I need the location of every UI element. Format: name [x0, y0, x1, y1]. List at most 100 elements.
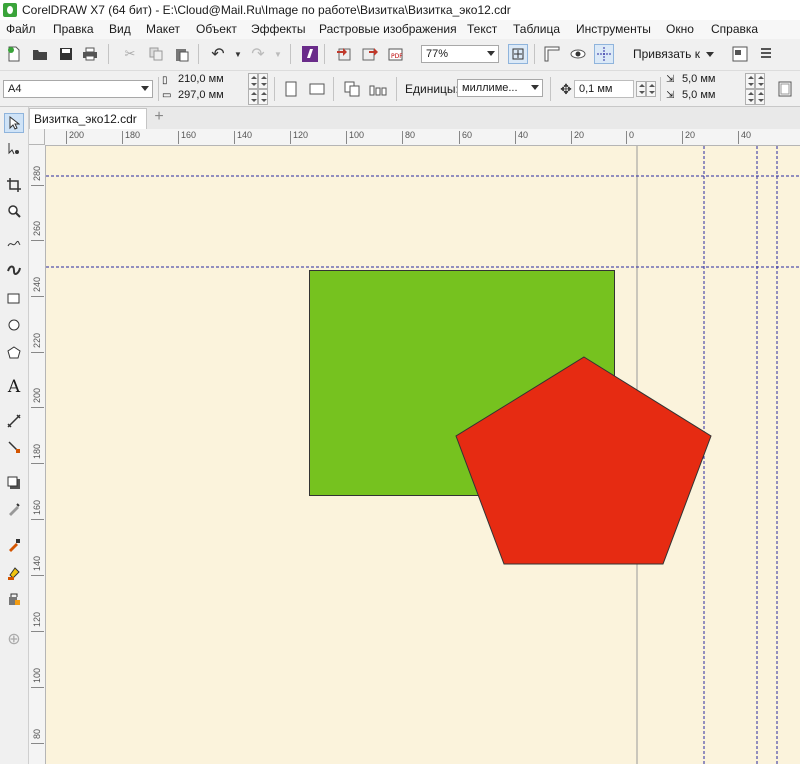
redo-dropdown-chevron-icon[interactable]: ▼ — [268, 44, 288, 64]
ruler-tick-label: 60 — [462, 130, 473, 140]
connector-tool-icon[interactable] — [4, 437, 24, 457]
new-tab-plus-icon[interactable]: + — [151, 109, 167, 127]
shape-tool-icon[interactable] — [4, 139, 24, 159]
duplicate-y-spinner[interactable] — [745, 89, 755, 105]
coreldraw-app-icon — [3, 3, 17, 17]
show-rulers-icon[interactable] — [542, 44, 562, 64]
units-select[interactable]: миллиме... — [457, 79, 543, 97]
nudge-distance-icon: ✥ — [560, 80, 572, 97]
duplicate-x-spinner[interactable] — [745, 73, 755, 89]
menu-edit[interactable]: Правка — [53, 22, 94, 36]
snap-to-label[interactable]: Привязать к — [633, 47, 700, 61]
full-screen-preview-icon[interactable] — [508, 44, 528, 64]
page-width-spinner-2[interactable] — [258, 73, 268, 89]
page-size-select[interactable]: A4 — [3, 80, 153, 98]
ruler-tick-label: 80 — [32, 728, 42, 739]
freehand-tool-icon[interactable] — [4, 233, 24, 253]
ruler-tick — [31, 407, 44, 408]
menu-object[interactable]: Объект — [196, 22, 237, 36]
paste-icon[interactable] — [172, 44, 192, 64]
copy-icon[interactable] — [146, 44, 166, 64]
polygon-tool-icon[interactable] — [4, 343, 24, 363]
portrait-orientation-icon[interactable] — [281, 79, 301, 99]
separator — [550, 77, 551, 101]
rectangle-tool-icon[interactable] — [4, 289, 24, 309]
transparency-tool-icon[interactable] — [4, 499, 24, 519]
nudge-value: 0,1 мм — [579, 83, 613, 95]
horizontal-ruler[interactable]: 200 180 160 140 120 100 80 60 40 20 0 20 40 — [45, 129, 800, 146]
artistic-media-tool-icon[interactable] — [4, 259, 24, 279]
show-guidelines-icon[interactable] — [594, 44, 614, 64]
publish-to-pdf-icon[interactable]: PDF — [386, 44, 406, 64]
search-content-icon[interactable] — [300, 44, 320, 64]
duplicate-x-spinner-2[interactable] — [755, 73, 765, 89]
page-width-field[interactable]: 210,0 мм — [178, 73, 224, 85]
interactive-fill-tool-icon[interactable] — [4, 563, 24, 583]
ruler-origin-corner[interactable] — [29, 129, 45, 145]
open-icon[interactable] — [30, 44, 50, 64]
page-height-spinner[interactable] — [248, 89, 258, 105]
ruler-tick-label: 180 — [32, 443, 42, 459]
undo-dropdown-chevron-icon[interactable]: ▼ — [228, 44, 248, 64]
vertical-ruler[interactable]: 280 260 240 220 200 180 160 140 120 100 80 — [29, 145, 46, 764]
page-width-spinner[interactable] — [248, 73, 258, 89]
pick-tool-icon[interactable] — [4, 113, 24, 133]
window-title: CorelDRAW X7 (64 бит) - E:\Cloud@Mail.Ru… — [22, 3, 511, 17]
nudge-spinner[interactable] — [636, 81, 646, 97]
height-icon: ▭ — [162, 90, 172, 101]
units-label: Единицы: — [405, 82, 459, 96]
menu-table[interactable]: Таблица — [513, 22, 560, 36]
cut-icon[interactable]: ✂ — [120, 44, 140, 64]
ruler-tick-label: 200 — [32, 387, 42, 403]
application-launcher-icon[interactable] — [756, 44, 776, 64]
duplicate-distance-y-field[interactable]: 5,0 мм — [682, 89, 715, 101]
document-tab[interactable]: Визитка_эко12.cdr — [29, 108, 147, 129]
drawing-canvas[interactable] — [46, 146, 800, 764]
drop-shadow-tool-icon[interactable] — [4, 473, 24, 493]
separator — [198, 44, 199, 64]
zoom-tool-icon[interactable] — [4, 201, 24, 221]
dimension-tool-icon[interactable] — [4, 411, 24, 431]
crop-tool-icon[interactable] — [4, 175, 24, 195]
ruler-tick-label: 20 — [574, 130, 585, 140]
landscape-orientation-icon[interactable] — [307, 79, 327, 99]
ruler-tick-label: 40 — [518, 130, 529, 140]
nudge-spinner-2[interactable] — [646, 81, 656, 97]
menu-effects[interactable]: Эффекты — [251, 22, 306, 36]
undo-icon[interactable]: ↶ — [208, 44, 228, 64]
import-icon[interactable] — [334, 44, 354, 64]
save-icon[interactable] — [56, 44, 76, 64]
add-tool-plus-icon[interactable]: ⊕ — [4, 629, 24, 649]
duplicate-distance-x-field[interactable]: 5,0 мм — [682, 73, 715, 85]
menu-file[interactable]: Файл — [6, 22, 36, 36]
page-height-field[interactable]: 297,0 мм — [178, 89, 224, 101]
ruler-tick-label: 220 — [32, 332, 42, 348]
nudge-distance-field[interactable]: 0,1 мм — [574, 80, 634, 98]
menu-bitmaps[interactable]: Растровые изображения — [319, 22, 457, 36]
menu-help[interactable]: Справка — [711, 22, 758, 36]
redo-icon[interactable]: ↷ — [248, 44, 268, 64]
menu-layout[interactable]: Макет — [146, 22, 180, 36]
zoom-level-select[interactable]: 77% — [421, 45, 499, 63]
page-height-spinner-2[interactable] — [258, 89, 268, 105]
print-icon[interactable] — [80, 44, 100, 64]
current-page-icon[interactable] — [368, 79, 388, 99]
all-pages-icon[interactable] — [342, 79, 362, 99]
page-border-icon[interactable] — [775, 79, 795, 99]
menu-text[interactable]: Текст — [467, 22, 497, 36]
new-document-icon[interactable] — [4, 44, 24, 64]
duplicate-y-spinner-2[interactable] — [755, 89, 765, 105]
text-tool-icon[interactable]: A — [4, 377, 24, 397]
export-icon[interactable] — [360, 44, 380, 64]
snap-to-chevron-down-icon[interactable] — [706, 52, 714, 57]
menu-view[interactable]: Вид — [109, 22, 131, 36]
menu-window[interactable]: Окно — [666, 22, 694, 36]
options-icon[interactable] — [730, 44, 750, 64]
show-grid-eye-icon[interactable] — [568, 44, 588, 64]
ellipse-tool-icon[interactable] — [4, 315, 24, 335]
ruler-tick-label: 120 — [293, 130, 309, 140]
color-eyedropper-tool-icon[interactable] — [4, 535, 24, 555]
ruler-tick-label: 240 — [32, 276, 42, 292]
smart-fill-tool-icon[interactable] — [4, 589, 24, 609]
menu-tools[interactable]: Инструменты — [576, 22, 651, 36]
